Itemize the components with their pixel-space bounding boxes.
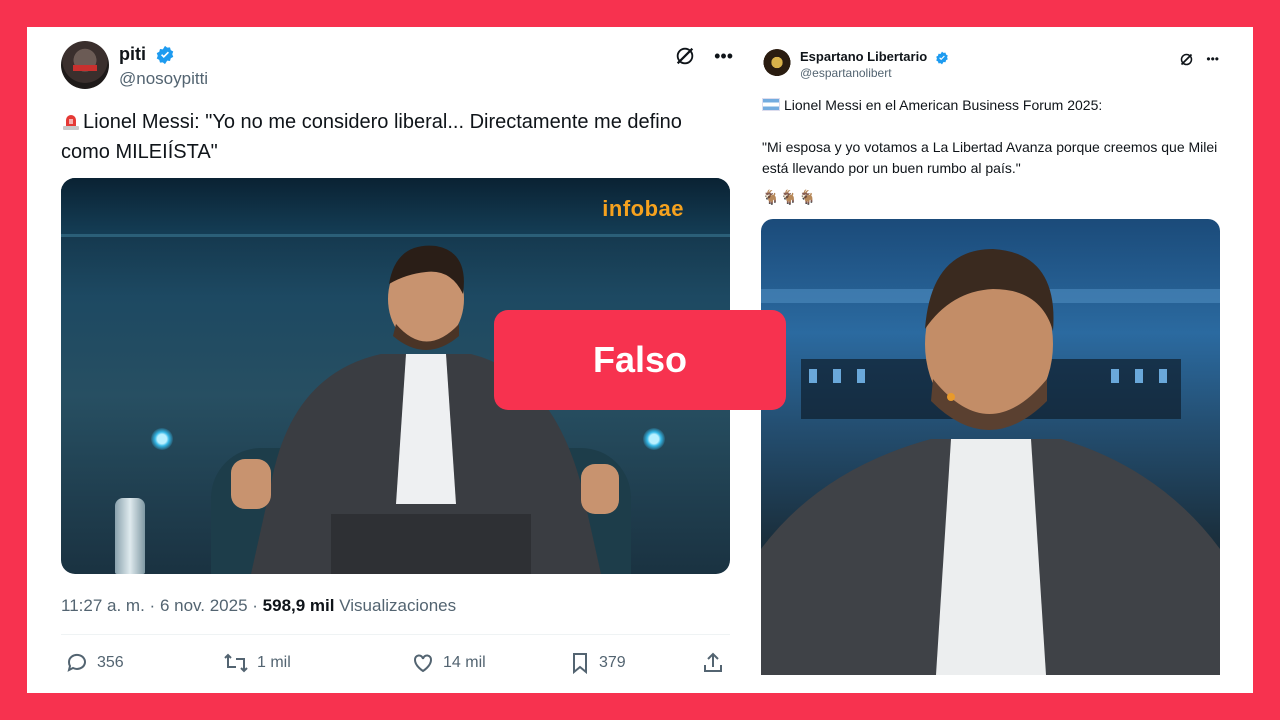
verified-badge-icon: [935, 51, 948, 64]
separator-dot: ·: [149, 596, 156, 615]
reply-button[interactable]: 356: [65, 651, 124, 675]
heart-icon: [414, 654, 432, 673]
tweet-actions: 356 1 mil 14 mil 379: [65, 651, 725, 679]
argentina-flag-emoji: [762, 98, 780, 111]
tweet-timestamp[interactable]: 11:27 a. m. · 6 nov. 2025 · 598,9 mil Vi…: [61, 596, 456, 616]
display-name[interactable]: piti: [119, 44, 175, 65]
tweet-text-line1: Lionel Messi en el American Business For…: [784, 97, 1103, 113]
user-handle[interactable]: @nosoypitti: [119, 69, 208, 89]
retweet-icon: [224, 653, 248, 673]
grok-icon[interactable]: [1179, 52, 1194, 67]
more-options-icon[interactable]: •••: [714, 46, 733, 66]
views-count: 598,9 mil: [262, 596, 335, 615]
goat-emojis: 🐐🐐🐐: [762, 189, 818, 205]
retweet-count: 1 mil: [257, 654, 291, 671]
right-tweet-card: Espartano Libertario @espartanolibert ••…: [752, 27, 1253, 693]
tweet-text-quote: "Mi esposa y yo votamos a La Libertad Av…: [762, 139, 1218, 176]
avatar[interactable]: [61, 41, 109, 89]
bookmark-count: 379: [599, 654, 626, 671]
reply-count: 356: [97, 654, 124, 671]
infobae-watermark: infobae: [602, 196, 684, 221]
tweet-date[interactable]: 6 nov. 2025: [160, 596, 248, 615]
views-label: Visualizaciones: [339, 596, 457, 615]
separator-dot: ·: [252, 596, 258, 615]
avatar[interactable]: [762, 49, 792, 79]
reply-icon: [67, 653, 86, 672]
user-handle[interactable]: @espartanolibert: [800, 66, 892, 80]
like-count: 14 mil: [443, 654, 486, 671]
like-button[interactable]: 14 mil: [411, 651, 486, 675]
retweet-button[interactable]: 1 mil: [223, 651, 291, 675]
bookmark-icon: [573, 653, 587, 675]
tweet-text-body: Lionel Messi: "Yo no me considero libera…: [61, 111, 682, 163]
tweet-image[interactable]: [761, 219, 1220, 675]
divider: [61, 634, 730, 635]
bookmark-button[interactable]: 379: [569, 651, 626, 675]
rotating-light-emoji: [63, 115, 79, 130]
water-bottle: [115, 498, 145, 574]
grok-icon[interactable]: [674, 45, 696, 67]
tweet-text: Lionel Messi: "Yo no me considero libera…: [61, 107, 721, 167]
fact-check-verdict-badge: Falso: [494, 310, 786, 410]
tweet-text: Lionel Messi en el American Business For…: [762, 95, 1242, 200]
display-name[interactable]: Espartano Libertario: [800, 49, 949, 65]
display-name-text[interactable]: piti: [119, 44, 146, 64]
stage-light: [151, 428, 173, 450]
display-name-text[interactable]: Espartano Libertario: [800, 49, 927, 64]
verified-badge-icon: [156, 46, 174, 65]
more-options-icon[interactable]: •••: [1206, 49, 1219, 69]
tweet-time[interactable]: 11:27 a. m.: [61, 596, 145, 615]
share-button[interactable]: [701, 651, 725, 675]
share-icon: [704, 652, 722, 672]
speaker-portrait: [761, 249, 1220, 675]
